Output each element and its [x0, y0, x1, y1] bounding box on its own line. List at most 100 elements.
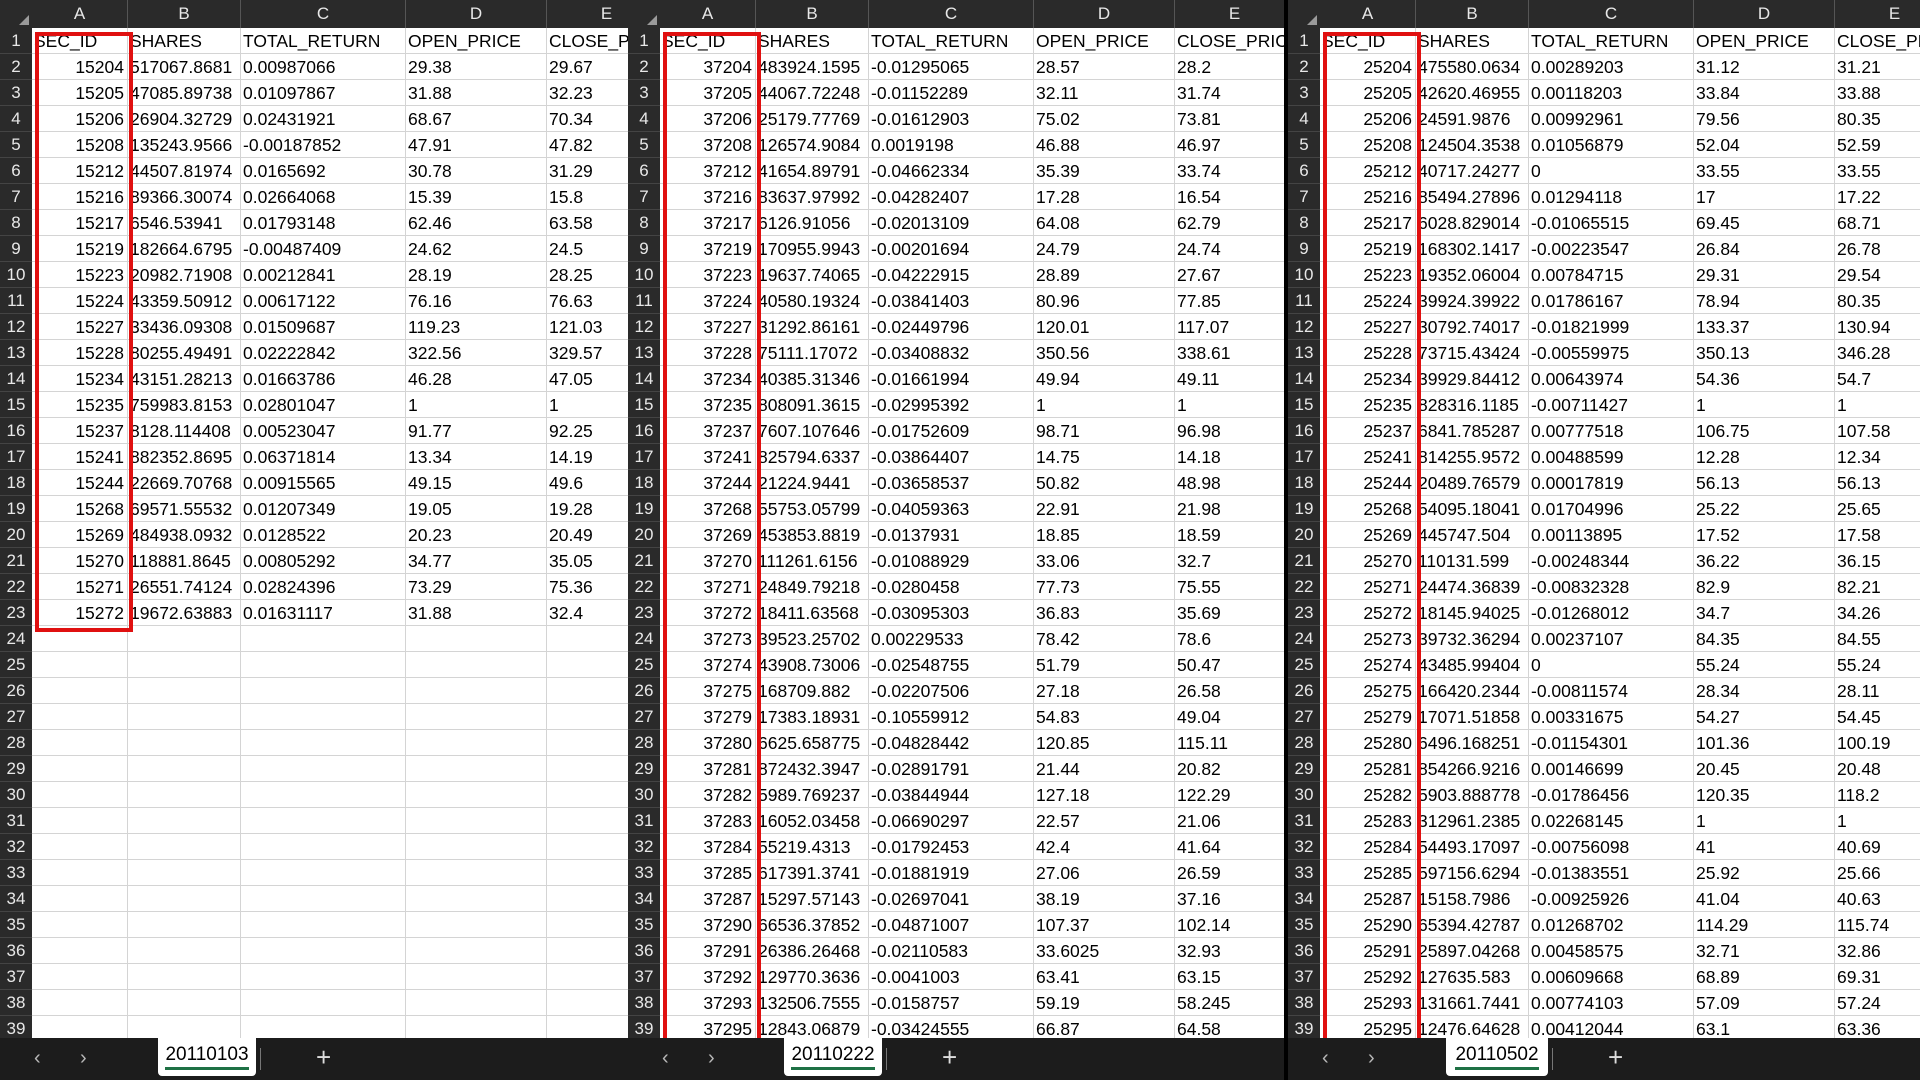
cell[interactable]: 22669.70768: [128, 470, 241, 496]
cell[interactable]: 31292.86161: [756, 314, 869, 340]
column-header-b[interactable]: B: [1416, 0, 1529, 28]
cell[interactable]: 43151.28213: [128, 366, 241, 392]
cell[interactable]: [32, 626, 128, 652]
cell[interactable]: 0.01793148: [241, 210, 406, 236]
cell[interactable]: 30792.74017: [1416, 314, 1529, 340]
row-header[interactable]: 28: [0, 730, 32, 756]
cell[interactable]: 17071.51858: [1416, 704, 1529, 730]
cell[interactable]: [128, 886, 241, 912]
cell[interactable]: 22.91: [1034, 496, 1175, 522]
select-all-button[interactable]: [628, 0, 660, 28]
cell[interactable]: 32.11: [1034, 80, 1175, 106]
cell[interactable]: 35.05: [547, 548, 628, 574]
cell[interactable]: 0.0128522: [241, 522, 406, 548]
cell[interactable]: 37269: [660, 522, 756, 548]
cell[interactable]: 12.28: [1694, 444, 1835, 470]
cell[interactable]: 21.98: [1175, 496, 1284, 522]
cell[interactable]: -0.00248344: [1529, 548, 1694, 574]
cell[interactable]: [128, 626, 241, 652]
cell[interactable]: 825794.6337: [756, 444, 869, 470]
row-header[interactable]: 38: [628, 990, 660, 1016]
cell[interactable]: 127.18: [1034, 782, 1175, 808]
cell[interactable]: -0.03095303: [869, 600, 1034, 626]
row-header[interactable]: 32: [628, 834, 660, 860]
cell[interactable]: 25227: [1320, 314, 1416, 340]
cell[interactable]: 17.52: [1694, 522, 1835, 548]
cell[interactable]: 41654.89791: [756, 158, 869, 184]
cell[interactable]: 37208: [660, 132, 756, 158]
cell[interactable]: 68.89: [1694, 964, 1835, 990]
cell[interactable]: 15272: [32, 600, 128, 626]
cell[interactable]: 28.25: [547, 262, 628, 288]
cell[interactable]: [241, 782, 406, 808]
cell[interactable]: [406, 912, 547, 938]
header-cell[interactable]: OPEN_PRICE: [406, 28, 547, 54]
cell[interactable]: -0.02449796: [869, 314, 1034, 340]
cell[interactable]: 28.57: [1034, 54, 1175, 80]
cell[interactable]: 75.55: [1175, 574, 1284, 600]
cell[interactable]: 73715.43424: [1416, 340, 1529, 366]
cell[interactable]: 25223: [1320, 262, 1416, 288]
cell[interactable]: 21224.9441: [756, 470, 869, 496]
row-header[interactable]: 24: [628, 626, 660, 652]
cell[interactable]: 882352.8695: [128, 444, 241, 470]
cell[interactable]: [128, 808, 241, 834]
cell[interactable]: [241, 912, 406, 938]
column-header-b[interactable]: B: [756, 0, 869, 28]
cell[interactable]: 40.63: [1835, 886, 1920, 912]
cell[interactable]: [128, 756, 241, 782]
cell[interactable]: 15216: [32, 184, 128, 210]
cell[interactable]: 15235: [32, 392, 128, 418]
cell[interactable]: 46.28: [406, 366, 547, 392]
cell[interactable]: [32, 964, 128, 990]
cell[interactable]: -0.02697041: [869, 886, 1034, 912]
cell[interactable]: 37212: [660, 158, 756, 184]
cell[interactable]: 0.02824396: [241, 574, 406, 600]
row-header[interactable]: 32: [1288, 834, 1320, 860]
cell[interactable]: 0.01663786: [241, 366, 406, 392]
cell[interactable]: 1: [1694, 808, 1835, 834]
cell[interactable]: 15223: [32, 262, 128, 288]
row-header[interactable]: 24: [1288, 626, 1320, 652]
cell[interactable]: 49.94: [1034, 366, 1175, 392]
row-header[interactable]: 23: [0, 600, 32, 626]
cell[interactable]: 25293: [1320, 990, 1416, 1016]
sheet-tab[interactable]: 20110222: [784, 1038, 882, 1076]
cell[interactable]: 75.02: [1034, 106, 1175, 132]
cell[interactable]: 329.57: [547, 340, 628, 366]
cell[interactable]: [547, 938, 628, 964]
cell[interactable]: 15227: [32, 314, 128, 340]
cell[interactable]: 37237: [660, 418, 756, 444]
row-header[interactable]: 37: [1288, 964, 1320, 990]
cell[interactable]: 31.12: [1694, 54, 1835, 80]
cell[interactable]: 0.06371814: [241, 444, 406, 470]
cell[interactable]: 31.74: [1175, 80, 1284, 106]
cell[interactable]: 25205: [1320, 80, 1416, 106]
header-cell[interactable]: SHARES: [128, 28, 241, 54]
cell[interactable]: 5903.888778: [1416, 782, 1529, 808]
cell[interactable]: 25897.04268: [1416, 938, 1529, 964]
cell[interactable]: 68.67: [406, 106, 547, 132]
cell[interactable]: -0.02995392: [869, 392, 1034, 418]
cell[interactable]: 55.24: [1694, 652, 1835, 678]
cell[interactable]: 37216: [660, 184, 756, 210]
cell[interactable]: 84.35: [1694, 626, 1835, 652]
cell[interactable]: 350.13: [1694, 340, 1835, 366]
cell[interactable]: [32, 730, 128, 756]
cell[interactable]: 14.75: [1034, 444, 1175, 470]
prev-sheet-icon[interactable]: ‹: [34, 1048, 41, 1068]
header-cell[interactable]: CLOSE_PRICE: [547, 28, 628, 54]
cell[interactable]: 20982.71908: [128, 262, 241, 288]
cell[interactable]: 41.04: [1694, 886, 1835, 912]
cell[interactable]: 26386.26468: [756, 938, 869, 964]
row-header[interactable]: 9: [628, 236, 660, 262]
cell[interactable]: 129770.3636: [756, 964, 869, 990]
row-header[interactable]: 3: [628, 80, 660, 106]
cell[interactable]: [547, 704, 628, 730]
cell[interactable]: [32, 756, 128, 782]
row-header[interactable]: 31: [628, 808, 660, 834]
row-header[interactable]: 16: [0, 418, 32, 444]
row-header[interactable]: 4: [628, 106, 660, 132]
cell[interactable]: [547, 730, 628, 756]
cell[interactable]: 24849.79218: [756, 574, 869, 600]
